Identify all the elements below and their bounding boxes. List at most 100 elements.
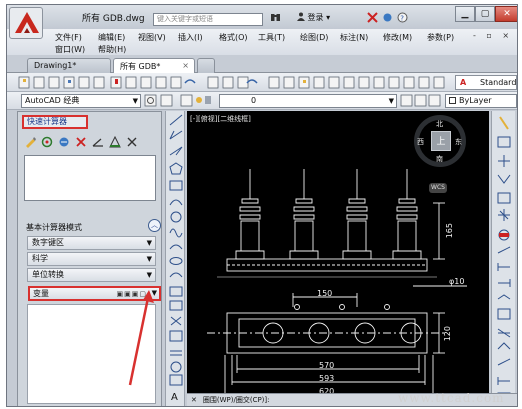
help-icon[interactable]: ?: [397, 12, 408, 23]
layer-tools[interactable]: [399, 92, 443, 110]
calculator-display[interactable]: [24, 155, 156, 201]
section-scientific[interactable]: 科学 ▼: [27, 252, 156, 266]
section-label: 单位转换: [32, 270, 64, 279]
collapse-icon[interactable]: ︿: [148, 219, 161, 232]
basic-mode-label: 基本计算器模式: [26, 223, 82, 232]
wcs-menu[interactable]: WCS: [429, 183, 447, 193]
exchange-icon[interactable]: [367, 12, 378, 23]
color-swatch: [449, 97, 456, 104]
svg-text:A: A: [171, 392, 178, 403]
insulator-4: [392, 169, 422, 260]
tab-drawing1[interactable]: Drawing1*: [27, 58, 111, 73]
calculator-title: 快速计算器: [22, 115, 88, 129]
autocad-logo-icon: [15, 12, 39, 33]
draw-toolbar: A: [165, 111, 186, 407]
tab-close-icon[interactable]: ×: [182, 61, 189, 70]
chevron-down-icon: ▼: [146, 271, 152, 279]
window-controls: ▁ ▢ ✕: [455, 6, 517, 22]
login-label: 登录: [307, 13, 324, 22]
section-label: 科学: [32, 254, 48, 263]
command-prompt: 圈围(WP)/圈交(CP)]:: [202, 396, 270, 404]
network-icon[interactable]: [382, 12, 393, 23]
text-style-select[interactable]: A Standard: [455, 75, 517, 90]
chevron-down-icon: ▼: [388, 97, 394, 105]
insulator-2: [289, 169, 319, 260]
section-unit-conversion[interactable]: 单位转换 ▼: [27, 268, 156, 282]
menu-help[interactable]: 帮助(H): [98, 44, 126, 55]
minimize-icon: ▁: [461, 9, 469, 19]
draw-toolbar-icons[interactable]: A: [166, 111, 186, 407]
title-tools: ?: [367, 12, 408, 23]
menu-format[interactable]: 格式(O): [219, 32, 248, 43]
dim-165: 165: [445, 223, 454, 239]
standard-toolbar-icons[interactable]: [7, 73, 447, 92]
viewcube-north[interactable]: 北: [436, 119, 443, 129]
distance-icon[interactable]: [58, 136, 70, 148]
minimize-button[interactable]: ▁: [455, 6, 475, 22]
document-tab-bar: Drawing1* 所有 GDB* ×: [7, 55, 517, 73]
maximize-button[interactable]: ▢: [475, 6, 495, 22]
clear-icon[interactable]: [24, 136, 36, 148]
tab-gdb[interactable]: 所有 GDB* ×: [113, 58, 195, 73]
chevron-down-icon: ▼: [146, 239, 152, 247]
workspace-value: AutoCAD 经典: [25, 96, 80, 105]
dim-150: 150: [317, 289, 333, 298]
menu-window[interactable]: 窗口(W): [55, 44, 85, 55]
chevron-down-icon: ▼: [146, 255, 152, 263]
insulator-1: [235, 169, 265, 260]
section-label: 变量: [33, 289, 49, 298]
chevron-down-icon: ▼: [132, 97, 138, 105]
text-style-value: Standard: [480, 78, 517, 87]
layers-toolbar: AutoCAD 经典 ▼ 0 ▼ ByLayer: [7, 92, 517, 110]
section-label: 数字键区: [32, 238, 64, 247]
color-select[interactable]: ByLayer: [445, 94, 517, 108]
menu-tools[interactable]: 工具(T): [258, 32, 285, 43]
binoculars-icon[interactable]: [270, 12, 281, 23]
standard-toolbar: A Standard: [7, 73, 517, 92]
menu-parametric[interactable]: 参数(P): [427, 32, 454, 43]
angle-icon[interactable]: [92, 136, 104, 148]
dim-120: 120: [443, 326, 452, 342]
user-icon: [297, 12, 305, 21]
cut-icon[interactable]: [75, 136, 87, 148]
layer-state-icons[interactable]: [179, 92, 217, 110]
viewcube-east[interactable]: 东: [455, 137, 462, 147]
menu-view[interactable]: 视图(V): [138, 32, 166, 43]
menu-bar: 文件(F) 编辑(E) 视图(V) 插入(I) 格式(O) 工具(T) 绘图(D…: [7, 29, 517, 55]
get-coordinates-icon[interactable]: [41, 136, 53, 148]
section-numeric-keypad[interactable]: 数字键区 ▼: [27, 236, 156, 250]
window-title: 所有 GDB.dwg: [82, 14, 145, 24]
viewcube-top-face[interactable]: 上: [431, 131, 451, 151]
svg-text:?: ?: [400, 15, 404, 23]
dim-593: 593: [319, 374, 335, 383]
layer-select[interactable]: 0 ▼: [219, 94, 397, 108]
calculator-tools: [24, 136, 138, 148]
dim-570: 570: [319, 361, 335, 370]
close-panel-icon[interactable]: [126, 136, 138, 148]
viewcube-south[interactable]: 南: [436, 154, 443, 164]
menu-modify[interactable]: 修改(M): [383, 32, 412, 43]
dim-phi10: φ10: [449, 277, 465, 286]
app-menu-button[interactable]: [9, 7, 43, 39]
menu-insert[interactable]: 插入(I): [178, 32, 203, 43]
command-close-icon[interactable]: ✕: [191, 396, 197, 404]
layer-value: 0: [251, 96, 257, 105]
tab-label: 所有 GDB*: [120, 62, 161, 71]
search-input[interactable]: 键入关键字或短语: [153, 13, 263, 26]
new-tab-button[interactable]: [197, 58, 215, 73]
modify-toolbar-icons[interactable]: [492, 111, 516, 407]
document-controls[interactable]: - ▫ ×: [473, 31, 513, 40]
search-tools: [270, 12, 281, 23]
close-button[interactable]: ✕: [495, 6, 517, 22]
drawing-canvas[interactable]: [-][俯视][二维线框] 165 φ10 150 120 570 593 62…: [187, 111, 489, 403]
workspace-tools[interactable]: [143, 92, 179, 110]
maximize-icon: ▢: [480, 9, 490, 19]
intersection-icon[interactable]: [109, 136, 121, 148]
menu-edit[interactable]: 编辑(E): [98, 32, 125, 43]
menu-dimension[interactable]: 标注(N): [340, 32, 368, 43]
viewcube-west[interactable]: 西: [417, 137, 424, 147]
menu-draw[interactable]: 绘图(D): [300, 32, 328, 43]
login-link[interactable]: 登录 ▾: [297, 12, 330, 23]
menu-file[interactable]: 文件(F): [55, 32, 82, 43]
workspace-select[interactable]: AutoCAD 经典 ▼: [21, 94, 141, 108]
